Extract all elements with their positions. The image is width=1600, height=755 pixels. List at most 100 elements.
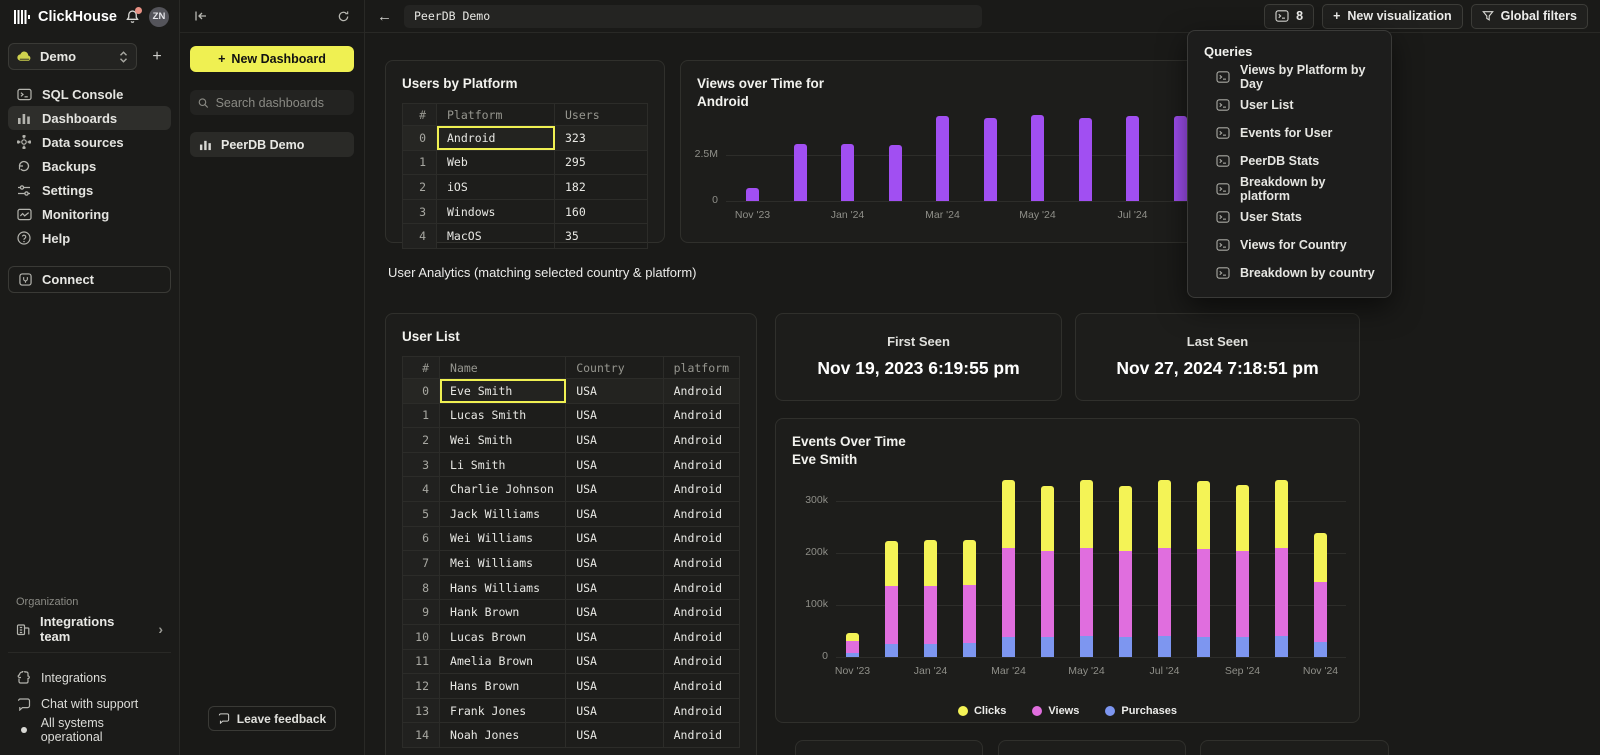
legend-item-purchases[interactable]: Purchases [1105,705,1177,717]
bar-segment[interactable] [1275,480,1288,548]
bar-segment[interactable] [1002,637,1015,657]
bar-segment[interactable] [1197,637,1210,657]
bar-segment[interactable] [1158,480,1171,548]
query-item-user-stats[interactable]: User Stats [1188,203,1391,231]
bar-segment[interactable] [1158,636,1171,657]
bar-segment[interactable] [1079,118,1092,201]
bar-segment[interactable] [1314,533,1327,582]
table-cell[interactable]: Android [663,624,739,649]
table-cell[interactable]: Noah Jones [440,723,566,748]
column-header[interactable]: Users [555,104,648,126]
avatar[interactable]: ZN [149,7,169,27]
bar[interactable] [1079,118,1092,201]
table-cell[interactable]: Hans Williams [440,575,566,600]
table-cell[interactable]: 3 [403,452,440,477]
table-cell[interactable]: Android [663,501,739,526]
new-visualization-button[interactable]: + New visualization [1322,4,1463,29]
service-selector[interactable]: Demo [8,43,137,70]
query-item-views-by-platform-by-day[interactable]: Views by Platform by Day [1188,63,1391,91]
table-cell[interactable]: 6 [403,526,440,551]
table-cell[interactable]: 1 [403,150,437,175]
bar[interactable] [936,116,949,201]
dashboard-title-input[interactable] [404,5,982,28]
table-cell[interactable]: Jack Williams [440,501,566,526]
bar-segment[interactable] [1126,116,1139,201]
sidebar-item-integrations[interactable]: Integrations [8,665,171,691]
bar[interactable] [746,188,759,201]
bar-segment[interactable] [1080,636,1093,657]
table-cell[interactable]: 8 [403,575,440,600]
sidebar-item-data-sources[interactable]: Data sources [8,130,171,154]
table-cell[interactable]: USA [566,723,663,748]
table-cell[interactable]: Frank Jones [440,698,566,723]
bar[interactable] [1002,480,1015,657]
query-item-user-list[interactable]: User List [1188,91,1391,119]
table-cell[interactable]: MacOS [437,224,555,249]
bar-segment[interactable] [963,585,976,643]
table-cell[interactable]: Android [663,674,739,699]
column-header[interactable]: Country [566,357,663,379]
bar-segment[interactable] [936,116,949,201]
sidebar-item-settings[interactable]: Settings [8,178,171,202]
table-cell[interactable]: 1 [403,403,440,428]
table-cell[interactable]: 12 [403,674,440,699]
query-item-views-for-country[interactable]: Views for Country [1188,231,1391,259]
bar[interactable] [1236,485,1249,657]
bar[interactable] [1174,116,1187,201]
bar-segment[interactable] [885,644,898,657]
table-cell[interactable]: 11 [403,649,440,674]
bar-segment[interactable] [846,641,859,652]
sidebar-item-monitoring[interactable]: Monitoring [8,202,171,226]
table-cell[interactable]: USA [566,575,663,600]
table-cell[interactable]: 2 [403,175,437,200]
bar-segment[interactable] [1031,115,1044,201]
bar[interactable] [1031,115,1044,201]
table-cell[interactable]: USA [566,403,663,428]
table-cell[interactable]: 9 [403,600,440,625]
collapse-panel-icon[interactable] [194,10,208,22]
table-cell[interactable]: USA [566,649,663,674]
table-cell[interactable]: Android [663,649,739,674]
table-cell[interactable]: 160 [555,199,648,224]
table-cell[interactable]: Hank Brown [440,600,566,625]
bar-segment[interactable] [794,144,807,201]
table-cell[interactable]: 4 [403,477,440,502]
bar-segment[interactable] [924,586,937,644]
search-input[interactable] [216,96,346,110]
bar-segment[interactable] [1080,548,1093,636]
bar[interactable] [794,144,807,201]
column-header[interactable]: Name [440,357,566,379]
table-cell[interactable]: 35 [555,224,648,249]
table-cell[interactable]: 7 [403,551,440,576]
table-cell[interactable]: USA [566,501,663,526]
bar-segment[interactable] [746,188,759,201]
table-cell[interactable]: 3 [403,199,437,224]
table-cell[interactable]: 10 [403,624,440,649]
sidebar-item-system-status[interactable]: All systems operational [8,717,171,743]
column-header[interactable]: # [403,357,440,379]
table-cell[interactable]: Wei Smith [440,428,566,453]
bar[interactable] [963,540,976,658]
dashboard-search[interactable] [190,90,354,115]
bar-segment[interactable] [1236,637,1249,657]
table-cell[interactable]: USA [566,526,663,551]
table-cell[interactable]: Android [663,428,739,453]
table-cell[interactable]: Wei Williams [440,526,566,551]
bar-segment[interactable] [1119,637,1132,657]
table-cell[interactable]: 0 [403,379,440,404]
bar-segment[interactable] [1002,548,1015,637]
bar-segment[interactable] [963,643,976,657]
table-cell[interactable]: Hans Brown [440,674,566,699]
table-cell[interactable]: Charlie Johnson [440,477,566,502]
table-cell[interactable]: Android [663,477,739,502]
leave-feedback-button[interactable]: Leave feedback [208,706,336,731]
bar[interactable] [1126,116,1139,201]
table-cell[interactable]: 2 [403,428,440,453]
events-over-time-plot[interactable]: 0100k200k300kNov '23Jan '24Mar '24May '2… [836,475,1346,657]
table-cell[interactable]: Android [663,600,739,625]
table-cell[interactable]: Android [663,551,739,576]
table-cell[interactable]: USA [566,428,663,453]
table-cell[interactable]: Android [663,526,739,551]
bar-segment[interactable] [1119,486,1132,551]
bar[interactable] [924,540,937,657]
